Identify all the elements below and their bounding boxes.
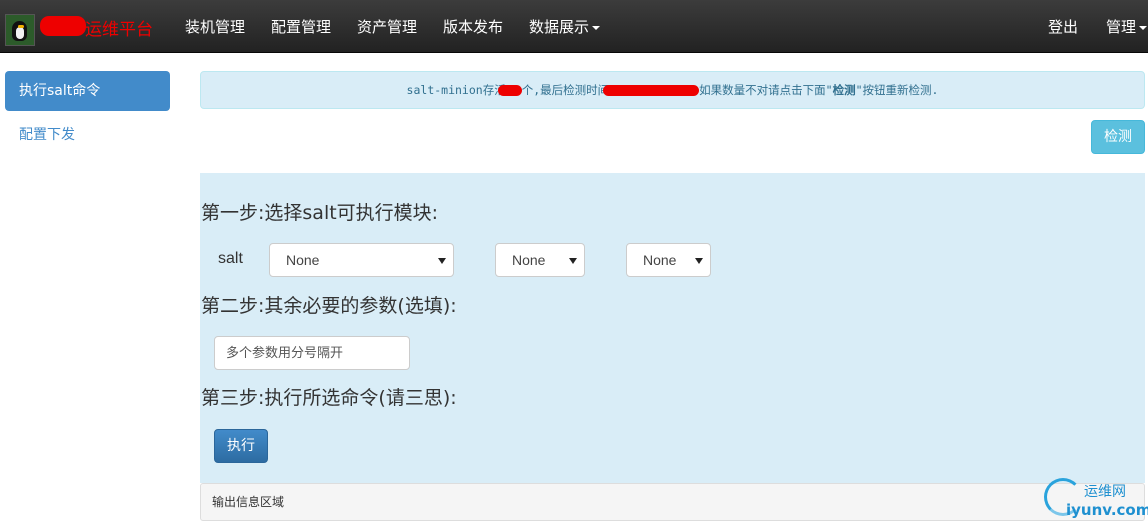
chevron-down-icon: [1139, 25, 1148, 30]
watermark-cn: 运维网: [1084, 484, 1126, 500]
check-button[interactable]: 检测: [1091, 120, 1145, 154]
output-label: 输出信息区域: [212, 495, 285, 509]
nav-item-data-display-label: 数据展示: [529, 18, 590, 36]
params-input[interactable]: [214, 336, 410, 370]
time-redaction: [603, 85, 700, 96]
alert-suffix: 如果数量不对请点击下面": [699, 83, 833, 97]
alert-mid: 个,最后检测时间: [521, 83, 610, 97]
count-redaction: [497, 85, 522, 96]
nav-item-assets[interactable]: 资产管理: [357, 16, 417, 37]
alert-suffix-end: "按钮重新检测.: [855, 83, 939, 97]
nav-logout[interactable]: 登出: [1048, 16, 1078, 37]
module-select-1[interactable]: None: [269, 243, 454, 277]
brand-title[interactable]: 运维平台: [85, 15, 153, 40]
sidebar-item-config-deploy[interactable]: 配置下发: [19, 124, 75, 144]
watermark-url: iyunv.com: [1066, 501, 1148, 519]
dropdown-arrow-icon: [438, 258, 446, 264]
module-select-2-value: None: [512, 252, 546, 268]
chevron-down-icon: [592, 25, 601, 30]
salt-label: salt: [218, 250, 243, 267]
nav-admin-label: 管理: [1106, 18, 1137, 36]
module-select-3[interactable]: None: [626, 243, 711, 277]
dropdown-arrow-icon: [695, 258, 703, 264]
module-select-2[interactable]: None: [495, 243, 585, 277]
step3-heading: 第三步:执行所选命令(请三思):: [201, 387, 457, 409]
minion-status-alert: salt-minion存活 个,最后检测时间 如果数量不对请点击下面"检测"按钮重新…: [200, 71, 1145, 109]
execute-button[interactable]: 执行: [214, 429, 268, 463]
nav-item-release[interactable]: 版本发布: [443, 16, 503, 37]
alert-prefix: salt-minion存活: [406, 83, 506, 97]
nav-item-config[interactable]: 配置管理: [271, 16, 331, 37]
brand-redaction: [40, 16, 86, 36]
module-select-3-value: None: [643, 252, 677, 268]
penguin-logo-icon[interactable]: [5, 14, 35, 46]
module-select-1-value: None: [286, 252, 320, 268]
top-navbar: 运维平台 装机管理 配置管理 资产管理 版本发布 数据展示 登出 管理: [0, 0, 1148, 53]
dropdown-arrow-icon: [569, 258, 577, 264]
nav-admin-menu[interactable]: 管理: [1106, 16, 1148, 37]
step2-heading: 第二步:其余必要的参数(选填):: [201, 295, 457, 317]
step1-heading: 第一步:选择salt可执行模块:: [201, 202, 439, 224]
alert-bold-check: 检测: [832, 83, 856, 97]
nav-item-install[interactable]: 装机管理: [185, 16, 245, 37]
sidebar-item-salt-command[interactable]: 执行salt命令: [5, 71, 170, 111]
nav-item-data-display[interactable]: 数据展示: [529, 16, 601, 37]
watermark: 运维网 iyunv.com: [1044, 476, 1148, 522]
output-area: 输出信息区域: [200, 483, 1145, 521]
